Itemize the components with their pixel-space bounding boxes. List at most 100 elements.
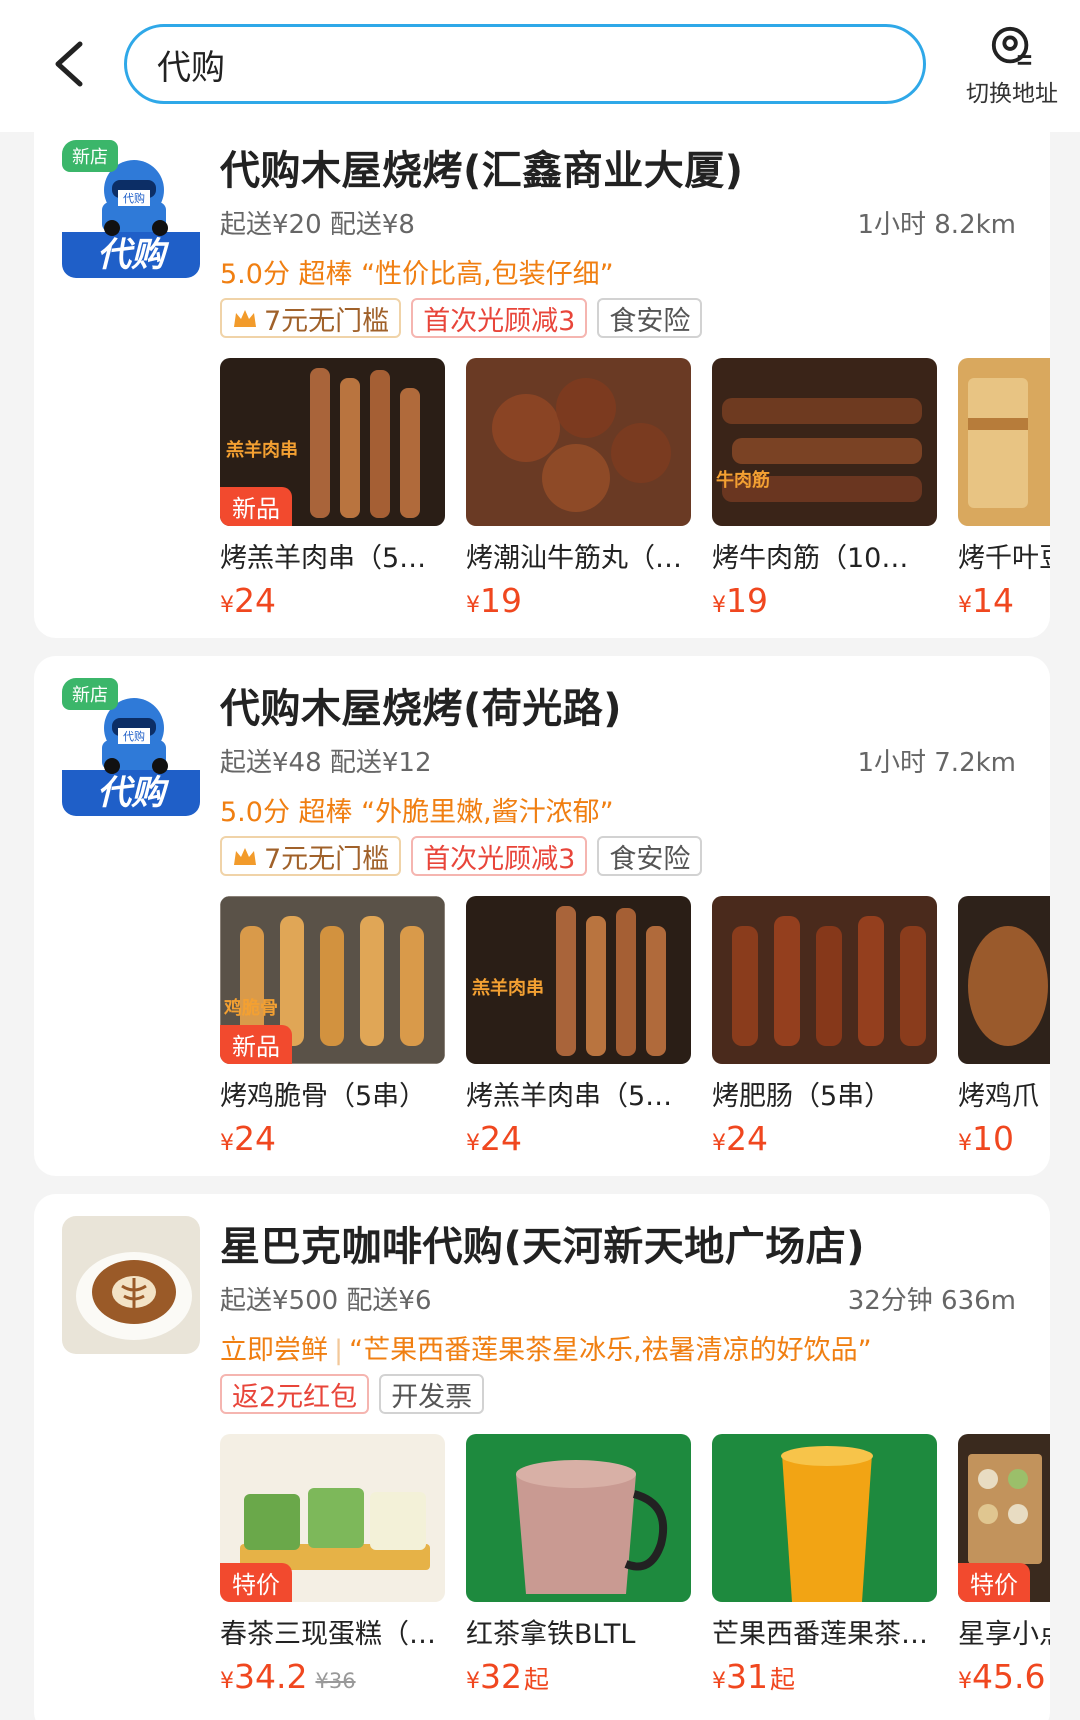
product-price: ¥14 xyxy=(958,581,1014,620)
product-card[interactable]: 鸡脆骨 新品 烤鸡脆骨（5串） ¥24 xyxy=(220,896,445,1158)
delivery-info: 起送¥48 配送¥12 xyxy=(220,748,432,778)
product-price: ¥31起 xyxy=(712,1657,796,1696)
time-distance: 1小时 8.2km xyxy=(857,210,1016,240)
product-image xyxy=(466,1434,691,1602)
store-card[interactable]: 新店 代购 代购 代购木屋烧烤(荷光路) 起送¥48 配送¥12 1小时 7.2… xyxy=(34,656,1050,1176)
switch-address-button[interactable]: 切换地址 xyxy=(952,24,1072,108)
product-card[interactable]: 特价 星享小点 ¥45.6 xyxy=(958,1434,1050,1696)
logo-badge: 新店 xyxy=(72,147,108,168)
product-name: 烤肥肠（5串） xyxy=(712,1081,892,1112)
store-name[interactable]: 星巴克咖啡代购(天河新天地广场店) xyxy=(220,1214,865,1272)
image-caption: 鸡脆骨 xyxy=(223,997,278,1019)
discount-tag: 首次光顾减3 xyxy=(411,836,588,876)
product-price: ¥24 xyxy=(220,1119,276,1158)
special-badge: 特价 xyxy=(220,1563,292,1602)
top-bar: 切换地址 xyxy=(0,0,1080,132)
product-price: ¥24 xyxy=(712,1119,768,1158)
store-logo xyxy=(62,1216,200,1354)
time-distance: 1小时 7.2km xyxy=(857,748,1016,778)
product-card[interactable]: 烤潮汕牛筋丸（… ¥19 xyxy=(466,358,691,620)
search-input[interactable] xyxy=(157,44,923,84)
crown-icon xyxy=(234,310,256,327)
promo-tags: 返2元红包 开发票 xyxy=(220,1374,485,1414)
promo-prefix: 立即尝鲜 xyxy=(220,1335,328,1366)
product-image: 鸡脆骨 新品 xyxy=(220,896,445,1064)
special-badge: 特价 xyxy=(958,1563,1030,1602)
product-image xyxy=(712,1434,937,1602)
product-image: 羔羊肉串 新品 xyxy=(220,358,445,526)
product-price: ¥24 xyxy=(466,1119,522,1158)
product-image: 羔羊肉串 xyxy=(466,896,691,1064)
time-distance: 32分钟 636m xyxy=(847,1286,1016,1316)
logo-label: 代购 xyxy=(97,773,170,813)
store-card[interactable]: 新店 代购 代购 代购木屋烧烤(汇鑫商业大厦) 起送¥20 配送¥8 1小时 8… xyxy=(34,118,1050,638)
product-name: 烤千叶豆 xyxy=(958,543,1050,574)
new-badge: 新品 xyxy=(220,1025,292,1064)
location-switch-icon xyxy=(991,26,1032,65)
product-name: 星享小点 xyxy=(958,1619,1050,1650)
logo-label: 代购 xyxy=(97,235,170,275)
product-image: 特价 xyxy=(220,1434,445,1602)
product-name: 烤鸡脆骨（5串） xyxy=(220,1081,427,1112)
product-card[interactable]: 烤鸡爪 ¥10 xyxy=(958,896,1050,1158)
image-caption: 牛肉筋 xyxy=(716,469,770,491)
switch-address-label: 切换地址 xyxy=(966,81,1058,107)
invoice-tag: 开发票 xyxy=(379,1374,485,1414)
store-name[interactable]: 代购木屋烧烤(荷光路) xyxy=(220,676,622,734)
logo-small: 代购 xyxy=(123,729,145,743)
product-name: 春茶三现蛋糕（… xyxy=(220,1619,436,1650)
rating-text: 5.0分 超棒 “性价比高,包装仔细” xyxy=(220,259,614,290)
product-name: 烤羔羊肉串（5… xyxy=(220,543,427,574)
logo-badge: 新店 xyxy=(72,685,108,706)
product-name: 烤鸡爪 xyxy=(958,1081,1039,1112)
divider: | xyxy=(334,1335,344,1366)
coupon-tag[interactable]: 7元无门槛 xyxy=(220,298,402,338)
promo-tags: 7元无门槛 首次光顾减3 食安险 xyxy=(220,836,703,876)
delivery-info: 起送¥500 配送¥6 xyxy=(220,1286,432,1316)
product-card[interactable]: 烤千叶豆 ¥14 xyxy=(958,358,1050,620)
product-name: 烤羔羊肉串（5… xyxy=(466,1081,673,1112)
chevron-left-icon xyxy=(55,41,83,87)
discount-tag: 首次光顾减3 xyxy=(411,298,588,338)
delivery-info: 起送¥20 配送¥8 xyxy=(220,210,415,240)
product-card[interactable]: 羔羊肉串 烤羔羊肉串（5… ¥24 xyxy=(466,896,691,1158)
search-box[interactable] xyxy=(124,24,926,104)
product-card[interactable]: 牛肉筋 烤牛肉筋（10… ¥19 xyxy=(712,358,937,620)
app-screen: 切换地址 新店 代购 代购 代购木屋烧烤(汇鑫商业大厦) 起送¥20 配送¥8 … xyxy=(0,0,1080,1720)
store-name[interactable]: 代购木屋烧烤(汇鑫商业大厦) xyxy=(220,138,744,196)
product-image xyxy=(466,358,691,526)
product-name: 芒果西番莲果茶… xyxy=(712,1619,928,1650)
product-card[interactable]: 芒果西番莲果茶… ¥31起 xyxy=(712,1434,937,1696)
promo-quote: “芒果西番莲果茶星冰乐,祛暑清凉的好饮品” xyxy=(349,1335,872,1366)
product-name: 烤牛肉筋（10… xyxy=(712,543,909,574)
logo-small: 代购 xyxy=(123,191,145,205)
product-image: 特价 xyxy=(958,1434,1050,1602)
coupon-tag[interactable]: 7元无门槛 xyxy=(220,836,402,876)
red-packet-tag[interactable]: 返2元红包 xyxy=(220,1374,370,1414)
rating-text: 5.0分 超棒 “外脆里嫩,酱汁浓郁” xyxy=(220,797,614,828)
product-card[interactable]: 特价 春茶三现蛋糕（… ¥34.2 ¥36 xyxy=(220,1434,445,1696)
product-price: ¥19 xyxy=(466,581,522,620)
back-button[interactable] xyxy=(38,28,98,100)
product-strip: 羔羊肉串 新品 烤羔羊肉串（5… ¥24 烤潮汕牛筋丸（… ¥19 牛肉筋 烤牛… xyxy=(220,358,1050,628)
new-badge: 新品 xyxy=(220,487,292,526)
product-card[interactable]: 烤肥肠（5串） ¥24 xyxy=(712,896,937,1158)
product-price: ¥34.2 ¥36 xyxy=(220,1657,356,1696)
product-price: ¥32起 xyxy=(466,1657,550,1696)
product-price: ¥19 xyxy=(712,581,768,620)
product-name: 烤潮汕牛筋丸（… xyxy=(466,543,682,574)
rating-text: 立即尝鲜 | “芒果西番莲果茶星冰乐,祛暑清凉的好饮品” xyxy=(220,1328,872,1367)
product-name: 红茶拿铁BLTL xyxy=(466,1619,636,1650)
tag-label: 7元无门槛 xyxy=(264,305,390,337)
product-card[interactable]: 红茶拿铁BLTL ¥32起 xyxy=(466,1434,691,1696)
insurance-tag: 食安险 xyxy=(597,298,703,338)
store-card[interactable]: 星巴克咖啡代购(天河新天地广场店) 起送¥500 配送¥6 32分钟 636m … xyxy=(34,1194,1050,1720)
store-logo: 新店 代购 代购 xyxy=(62,678,200,816)
product-card[interactable]: 羔羊肉串 新品 烤羔羊肉串（5… ¥24 xyxy=(220,358,445,620)
product-price: ¥10 xyxy=(958,1119,1014,1158)
product-strip: 鸡脆骨 新品 烤鸡脆骨（5串） ¥24 羔羊肉串 烤羔羊肉串（5… ¥24 烤肥… xyxy=(220,896,1050,1166)
product-price: ¥24 xyxy=(220,581,276,620)
crown-icon xyxy=(234,848,256,865)
image-caption: 羔羊肉串 xyxy=(472,977,544,999)
product-image xyxy=(958,358,1050,526)
